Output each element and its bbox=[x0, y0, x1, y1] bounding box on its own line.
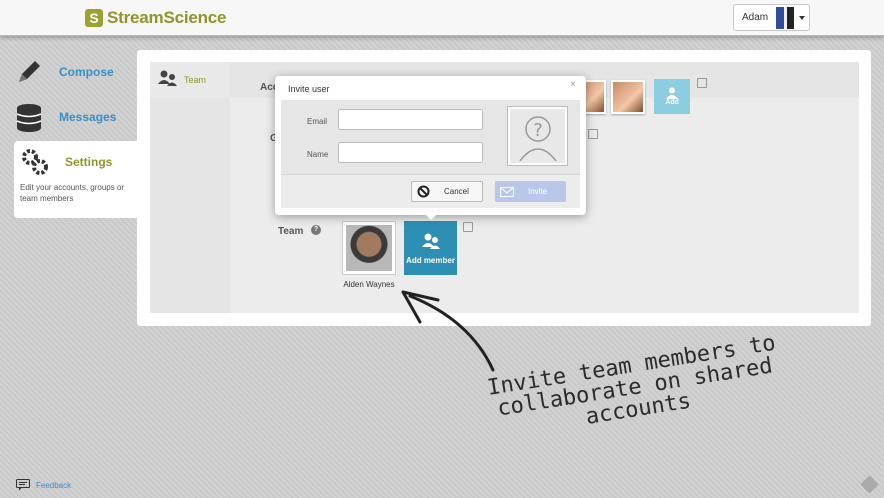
external-link-icon[interactable] bbox=[463, 222, 473, 232]
chevron-down-icon bbox=[799, 15, 806, 20]
team-icon bbox=[158, 69, 178, 92]
unknown-user-icon: ? bbox=[510, 109, 565, 163]
add-member-label: Add member bbox=[406, 255, 455, 265]
cancel-icon bbox=[417, 185, 430, 198]
svg-text:?: ? bbox=[533, 120, 543, 141]
logo-mark: S bbox=[85, 9, 103, 27]
invite-label: Invite bbox=[528, 187, 548, 196]
member-photo bbox=[346, 225, 392, 271]
team-member-avatar[interactable] bbox=[342, 221, 396, 275]
nav-messages-label: Messages bbox=[59, 110, 117, 124]
team-icon bbox=[421, 233, 440, 249]
dialog-pointer bbox=[423, 212, 439, 220]
add-member-button[interactable]: Add member bbox=[404, 221, 457, 275]
mail-icon bbox=[500, 186, 514, 197]
chat-icon bbox=[16, 479, 30, 491]
top-bar: S StreamScience Adam bbox=[0, 0, 884, 36]
nav-messages[interactable]: Messages bbox=[14, 101, 137, 133]
brand-name: StreamScience bbox=[107, 8, 227, 27]
nav-settings[interactable]: Settings Edit your accounts, groups or t… bbox=[14, 141, 137, 218]
account-avatar[interactable] bbox=[611, 80, 645, 114]
add-account-button[interactable]: Add bbox=[654, 79, 690, 114]
close-icon[interactable]: × bbox=[570, 79, 576, 90]
user-name: Adam bbox=[742, 12, 769, 23]
add-user-icon bbox=[666, 87, 678, 99]
feedback-label: Feedback bbox=[36, 480, 72, 490]
tab-team-label: Team bbox=[184, 75, 207, 85]
external-link-icon[interactable] bbox=[588, 129, 598, 139]
nav-settings-label: Settings bbox=[65, 155, 113, 169]
tab-team[interactable]: Team bbox=[150, 62, 230, 98]
team-member-name: Alden Waynes bbox=[343, 280, 395, 289]
add-account-label: Add bbox=[665, 99, 679, 106]
team-label: Team bbox=[278, 226, 304, 237]
annotation-text: Invite team members to collaborate on sh… bbox=[485, 330, 778, 430]
name-label: Name bbox=[307, 150, 329, 159]
nav-compose-label: Compose bbox=[59, 65, 114, 79]
feedback-link[interactable]: Feedback bbox=[16, 479, 71, 491]
nav-compose[interactable]: Compose bbox=[14, 56, 137, 88]
dialog-title: Invite user bbox=[288, 84, 330, 94]
help-icon[interactable]: ? bbox=[311, 225, 321, 235]
user-menu-button[interactable]: Adam bbox=[733, 4, 810, 31]
corner-logo-icon bbox=[860, 475, 879, 494]
cancel-label: Cancel bbox=[444, 187, 469, 196]
external-link-icon[interactable] bbox=[697, 78, 707, 88]
database-icon bbox=[14, 102, 44, 132]
invite-button[interactable]: Invite bbox=[495, 181, 566, 202]
cancel-button[interactable]: Cancel bbox=[411, 181, 483, 202]
email-field[interactable] bbox=[338, 109, 483, 130]
email-label: Email bbox=[307, 117, 328, 126]
pencil-icon bbox=[14, 57, 44, 87]
gears-icon bbox=[20, 147, 50, 177]
dialog-footer: Cancel Invite bbox=[281, 174, 580, 208]
user-avatar bbox=[776, 6, 795, 29]
settings-description: Edit your accounts, groups or team membe… bbox=[20, 183, 125, 203]
name-field[interactable] bbox=[338, 142, 483, 163]
invite-user-dialog: Invite user × Email Name ? Cancel Invite bbox=[275, 76, 586, 215]
logo[interactable]: S StreamScience bbox=[85, 8, 227, 28]
avatar-placeholder: ? bbox=[507, 106, 568, 166]
